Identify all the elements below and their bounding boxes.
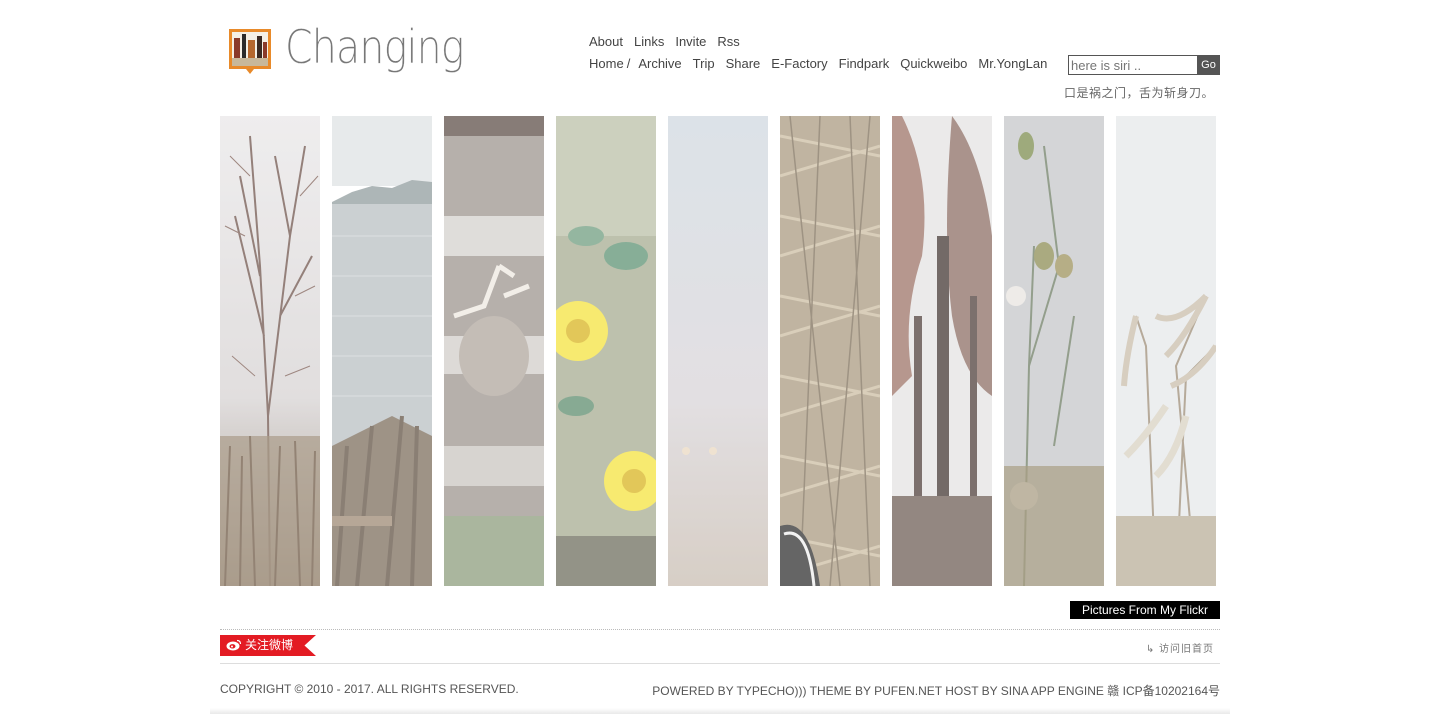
photo-strip-lake[interactable] (332, 116, 432, 586)
nav-mr-yonglan[interactable]: Mr.YongLan (978, 56, 1047, 71)
nav-trip[interactable]: Trip (693, 56, 715, 71)
nav-archive[interactable]: Archive (638, 56, 681, 71)
weibo-icon (226, 639, 242, 651)
page: Changing About Links Invite Rss Home / Archiv… (220, 0, 1220, 714)
photo-strip-pampas-grass[interactable] (1116, 116, 1216, 586)
photo-strip-branches[interactable] (220, 116, 320, 586)
old-home-link[interactable]: ↳ 访问旧首页 (1146, 640, 1214, 655)
divider (220, 629, 1220, 630)
copyright-text: COPYRIGHT © 2010 - 2017. ALL RIGHTS RESE… (220, 682, 519, 696)
page-shadow (210, 708, 1230, 714)
search-go-button[interactable]: Go (1197, 55, 1220, 75)
photo-strip-dry-grass[interactable] (780, 116, 880, 586)
site-motto: 口是祸之门，舌为斩身刀。 (1063, 86, 1214, 100)
photo-gallery (220, 116, 1220, 586)
site-title[interactable]: Changing (285, 20, 465, 74)
footer-divider (220, 663, 1220, 664)
nav-share[interactable]: Share (726, 56, 761, 71)
nav-separator: / (626, 56, 631, 71)
weibo-label: 关注微博 (245, 638, 294, 652)
nav-about[interactable]: About (589, 34, 623, 49)
flickr-link[interactable]: Pictures From My Flickr (1070, 601, 1220, 619)
nav-findpark[interactable]: Findpark (839, 56, 890, 71)
search-form: Go (1068, 55, 1220, 75)
nav-e-factory[interactable]: E-Factory (771, 56, 827, 71)
main-nav: Home / Archive Trip Share E-Factory Findpark Qu… (589, 56, 1058, 71)
logo[interactable] (228, 28, 272, 74)
photo-strip-deer[interactable] (444, 116, 544, 586)
photo-strip-misty-sky[interactable] (668, 116, 768, 586)
photo-strip-wild-buds[interactable] (1004, 116, 1104, 586)
nav-home[interactable]: Home (589, 56, 624, 71)
photo-strip-yellow-flowers[interactable] (556, 116, 656, 586)
nav-rss[interactable]: Rss (717, 34, 739, 49)
nav-quickweibo[interactable]: Quickweibo (900, 56, 967, 71)
logo-icon (229, 29, 271, 74)
nav-invite[interactable]: Invite (675, 34, 706, 49)
secondary-nav: About Links Invite Rss (589, 34, 751, 49)
search-input[interactable] (1068, 55, 1200, 75)
nav-links[interactable]: Links (634, 34, 664, 49)
photo-strip-tall-trees[interactable] (892, 116, 992, 586)
powered-by-text: POWERED BY TYPECHO))) THEME BY PUFEN.NET… (652, 684, 1220, 698)
follow-weibo-button[interactable]: 关注微博 (220, 635, 316, 656)
